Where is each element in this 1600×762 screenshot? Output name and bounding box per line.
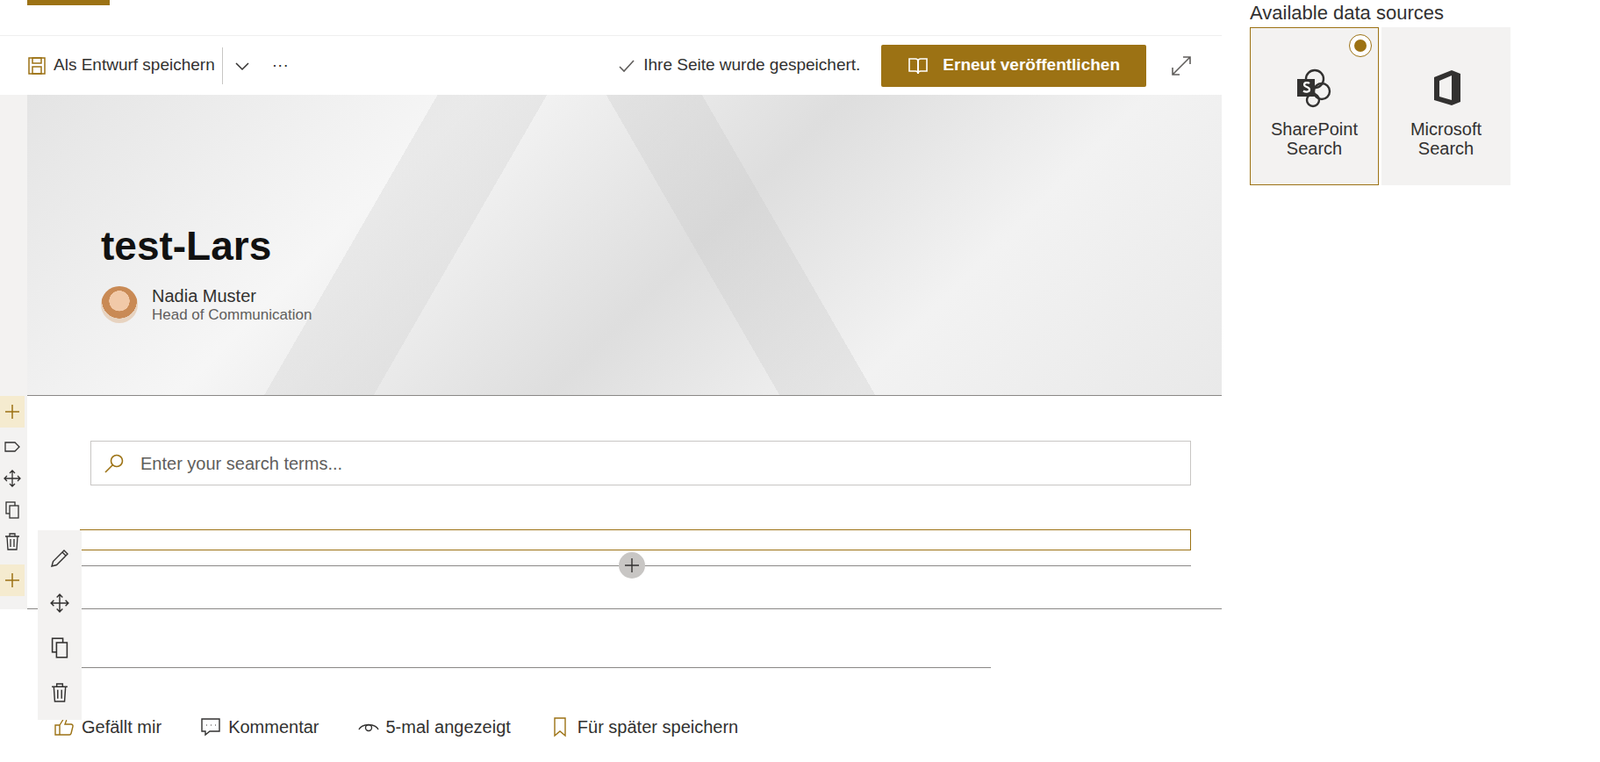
duplicate-section-button[interactable]: [0, 494, 25, 526]
author-name: Nadia Muster: [151, 285, 312, 307]
author-role: Head of Communication: [151, 306, 312, 324]
expand-button[interactable]: [1167, 50, 1196, 80]
bookmark-icon: [549, 716, 571, 738]
radio-indicator: [1348, 34, 1372, 58]
trash-icon: [50, 681, 69, 704]
social-bar: Gefällt mir Kommentar 5-mal angezeigt Für s…: [53, 713, 1222, 740]
search-icon: [103, 452, 125, 474]
social-action-button[interactable]: 5-mal angezeigt: [358, 713, 511, 740]
divider: [53, 667, 991, 668]
social-action-label: Für später speichern: [577, 713, 739, 740]
status-text: Ihre Seite wurde gespeichert.: [643, 52, 861, 79]
pencil-icon: [49, 547, 71, 569]
property-pane: Available data sources SharePoint Search…: [1221, 0, 1600, 762]
page-footer: Gefällt mir Kommentar 5-mal angezeigt Für s…: [0, 609, 1222, 740]
section-rail: [0, 395, 28, 610]
move-icon: [50, 593, 70, 613]
move-icon: [3, 469, 22, 488]
trash-icon: [4, 532, 21, 551]
expand-icon: [1170, 55, 1192, 77]
move-webpart-button[interactable]: [37, 580, 82, 625]
webpart-toolbar: [37, 530, 82, 720]
top-strip: [0, 0, 1222, 36]
page-section[interactable]: [27, 395, 1222, 610]
radio-dot: [1354, 39, 1367, 52]
duplicate-webpart-button[interactable]: [37, 624, 82, 670]
add-section-below-button[interactable]: [0, 564, 25, 596]
data-source-tile[interactable]: Microsoft Search: [1381, 27, 1511, 186]
add-section-button[interactable]: [0, 395, 25, 428]
data-source-tile[interactable]: SharePoint Search: [1249, 27, 1379, 186]
check-icon: [617, 56, 637, 76]
author-byline: Nadia Muster Head of Communication: [100, 285, 1205, 324]
plus-icon: [624, 557, 640, 574]
author-avatar: [100, 286, 138, 323]
suite-bar-accent: [27, 0, 110, 6]
page-canvas: test-Lars Nadia Muster Head of Communica…: [0, 94, 1222, 396]
data-source-label: SharePoint Search: [1255, 119, 1373, 158]
publish-button[interactable]: Erneut veröffentlichen: [881, 44, 1147, 87]
eye-icon: [358, 716, 380, 738]
data-source-label: Microsoft Search: [1387, 119, 1505, 158]
social-action-label: Gefällt mir: [81, 713, 162, 740]
edit-section-icon: [3, 438, 22, 455]
edit-rail: [0, 94, 28, 396]
selected-webpart[interactable]: [79, 529, 1192, 551]
pane-heading: Available data sources: [1249, 0, 1600, 28]
chevron-down-icon: [233, 57, 252, 75]
data-source-list: SharePoint Search Microsoft Search: [1249, 27, 1600, 186]
social-action-button[interactable]: Für später speichern: [549, 713, 739, 740]
edit-section-button[interactable]: [0, 430, 25, 463]
save-icon: [27, 56, 47, 76]
save-draft-label: Als Entwurf speichern: [53, 52, 216, 79]
delete-section-button[interactable]: [0, 525, 25, 558]
delete-webpart-button[interactable]: [37, 669, 82, 715]
social-action-label: 5-mal angezeigt: [386, 713, 511, 740]
social-action-button[interactable]: Kommentar: [200, 713, 319, 740]
copy-icon: [4, 501, 21, 519]
search-box[interactable]: [90, 440, 1192, 486]
more-button[interactable]: ···: [268, 49, 293, 82]
plus-icon: [4, 572, 21, 589]
office-logo-icon: [1425, 66, 1468, 109]
book-icon: [907, 56, 929, 76]
save-status: Ihre Seite wurde gespeichert.: [617, 52, 861, 79]
save-draft-button[interactable]: Als Entwurf speichern: [27, 52, 216, 79]
page-title[interactable]: test-Lars: [100, 222, 1205, 270]
divider: [222, 47, 223, 85]
search-input[interactable]: [138, 449, 1178, 478]
comment-icon: [200, 716, 222, 738]
add-webpart-button[interactable]: [618, 552, 646, 579]
edit-webpart-button[interactable]: [37, 535, 82, 581]
add-webpart-line: [79, 552, 1192, 579]
command-bar: Als Entwurf speichern ··· Ihre Seite wur…: [0, 35, 1222, 95]
copy-icon: [50, 637, 70, 659]
publish-label: Erneut veröffentlichen: [942, 52, 1120, 79]
save-options-button[interactable]: [229, 51, 255, 80]
move-section-button[interactable]: [0, 462, 25, 495]
plus-icon: [4, 403, 21, 420]
section-row: [0, 395, 1222, 610]
social-action-label: Kommentar: [228, 713, 319, 740]
sharepoint-logo-icon: [1293, 66, 1336, 109]
page-header[interactable]: test-Lars Nadia Muster Head of Communica…: [27, 94, 1222, 396]
